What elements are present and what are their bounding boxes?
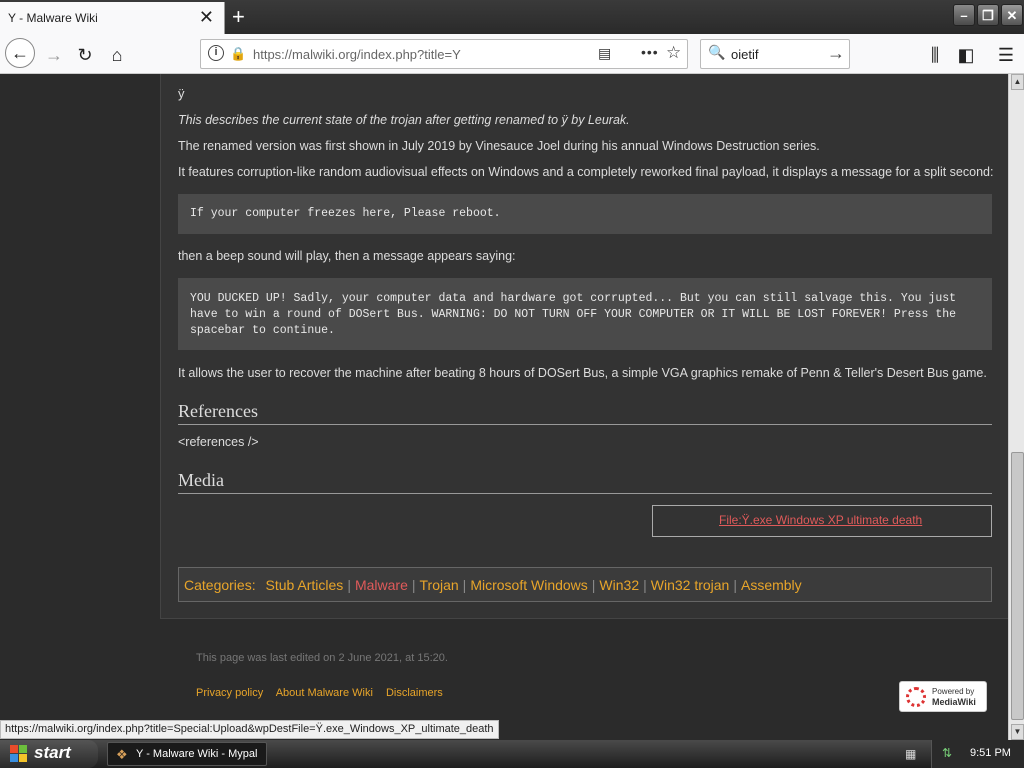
mypal-browser-icon: ❖ [116, 747, 128, 762]
category-separator: | [411, 577, 416, 593]
taskbar-window-item[interactable]: ❖ Y - Malware Wiki - Mypal [107, 742, 267, 766]
paragraph-2: It features corruption-like random audio… [178, 165, 994, 179]
minimize-button[interactable]: – [953, 4, 975, 26]
categories-box: Categories: Stub Articles | Malware | Trojan… [178, 567, 992, 602]
media-file-link[interactable]: File:Ÿ.exe Windows XP ultimate death [719, 513, 922, 527]
category-link[interactable]: Malware [355, 577, 408, 593]
badge-top-text: Powered by [932, 687, 975, 696]
new-tab-button[interactable]: + [232, 4, 245, 30]
code-block-2: YOU DUCKED UP! Sadly, your computer data… [178, 278, 992, 350]
footer-links: Privacy policy About Malware Wiki Discla… [196, 687, 453, 699]
taskbar-item-label: Y - Malware Wiki - Mypal [136, 748, 258, 760]
restore-button[interactable]: ❐ [977, 4, 999, 26]
forward-arrow-icon[interactable]: → [41, 42, 67, 68]
category-link[interactable]: Assembly [741, 577, 802, 593]
categories-list: Categories: Stub Articles | Malware | Trojan… [184, 577, 802, 593]
references-text: <references /> [178, 435, 259, 449]
last-edited-text: This page was last edited on 2 June 2021… [196, 652, 448, 664]
paragraph-3: then a beep sound will play, then a mess… [178, 249, 516, 263]
search-icon: 🔍 [708, 44, 726, 60]
category-separator: | [347, 577, 351, 593]
category-link[interactable]: Microsoft Windows [470, 577, 587, 593]
paragraph-4: It allows the user to recover the machin… [178, 366, 987, 380]
system-tray: ⇅ 9:51 PM [931, 740, 1024, 768]
start-label: start [34, 743, 71, 762]
start-button[interactable]: start [0, 740, 98, 768]
code-block-1: If your computer freezes here, Please re… [178, 194, 992, 234]
section-title: ÿ [178, 86, 185, 101]
badge-bottom-text: MediaWiki [932, 697, 976, 707]
title-bar: Y - Malware Wiki ✕ + – ❐ ✕ [0, 0, 1024, 34]
article-body: ÿ This describes the current state of th… [160, 74, 1008, 619]
references-heading: References [178, 401, 992, 425]
paragraph-1: The renamed version was first shown in J… [178, 139, 820, 153]
category-link[interactable]: Win32 [599, 577, 639, 593]
url-text[interactable]: https://malwiki.org/index.php?title=Y [253, 47, 461, 62]
reader-view-icon[interactable]: ▤ [598, 45, 611, 62]
tab-title: Y - Malware Wiki [8, 11, 98, 25]
categories-label[interactable]: Categories: [184, 577, 256, 593]
url-bar[interactable]: i 🔒 https://malwiki.org/index.php?title=… [200, 39, 688, 69]
page-content: ÿ This describes the current state of th… [0, 74, 1008, 720]
category-separator: | [462, 577, 467, 593]
hamburger-menu-icon[interactable]: ☰ [993, 42, 1019, 68]
keyboard-icon[interactable]: ▦ [905, 747, 916, 761]
tab-close-icon[interactable]: ✕ [199, 7, 214, 28]
scrollbar-thumb[interactable] [1011, 452, 1024, 720]
windows-flag-icon [10, 745, 28, 763]
disclaimers-link[interactable]: Disclaimers [386, 687, 443, 699]
category-separator: | [591, 577, 596, 593]
category-link[interactable]: Trojan [420, 577, 459, 593]
privacy-policy-link[interactable]: Privacy policy [196, 687, 263, 699]
category-link[interactable]: Stub Articles [265, 577, 343, 593]
close-window-button[interactable]: ✕ [1001, 4, 1023, 26]
mediawiki-logo-icon [906, 687, 926, 707]
taskbar: start ❖ Y - Malware Wiki - Mypal ▦ ⇅ 9:5… [0, 740, 1024, 768]
category-separator: | [733, 577, 737, 593]
media-gallery-box: File:Ÿ.exe Windows XP ultimate death [652, 505, 992, 537]
navigation-toolbar: ← → ↻ ⌂ i 🔒 https://malwiki.org/index.ph… [0, 34, 1024, 74]
scroll-down-arrow-icon[interactable]: ▼ [1011, 724, 1024, 740]
reload-icon[interactable]: ↻ [72, 42, 98, 68]
search-bar[interactable]: 🔍 oietif → [700, 39, 850, 69]
lock-icon[interactable]: 🔒 [230, 46, 246, 62]
network-icon[interactable]: ⇅ [942, 746, 952, 760]
home-icon[interactable]: ⌂ [104, 42, 130, 68]
library-icon[interactable]: ⫼ [922, 42, 948, 68]
back-arrow-icon[interactable]: ← [5, 38, 35, 68]
page-actions-icon[interactable]: ••• [641, 44, 659, 60]
browser-tab[interactable]: Y - Malware Wiki ✕ [0, 2, 225, 34]
status-link-preview: https://malwiki.org/index.php?title=Spec… [0, 720, 499, 739]
bookmark-star-icon[interactable]: ☆ [666, 43, 681, 63]
clock[interactable]: 9:51 PM [970, 747, 1011, 759]
scroll-up-arrow-icon[interactable]: ▲ [1011, 74, 1024, 90]
category-separator: | [643, 577, 647, 593]
powered-by-mediawiki-badge[interactable]: Powered by MediaWiki [899, 681, 987, 712]
vertical-scrollbar[interactable]: ▲ ▼ [1008, 74, 1024, 740]
category-link[interactable]: Win32 trojan [651, 577, 730, 593]
search-go-arrow-icon[interactable]: → [827, 43, 845, 64]
about-link[interactable]: About Malware Wiki [276, 687, 373, 699]
info-icon[interactable]: i [208, 45, 224, 61]
intro-text: This describes the current state of the … [178, 113, 630, 127]
sidebar-icon[interactable]: ◧ [953, 42, 979, 68]
media-heading: Media [178, 470, 992, 494]
search-input[interactable]: oietif [731, 47, 758, 62]
